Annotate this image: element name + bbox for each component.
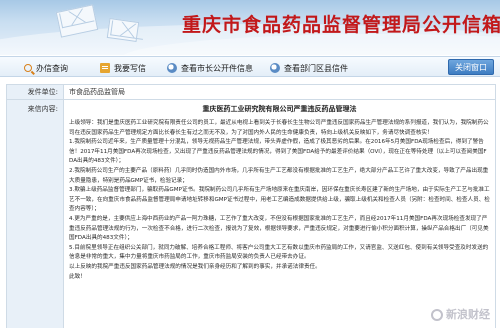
letter-paragraph: 5.目前院里领导正在组织公关部门，就同力破解、培养合格工程师、将客户公司重大工艺… (69, 244, 489, 261)
header-banner: 重庆市食品药品监督管理局公开信箱 (0, 0, 500, 55)
envelope-icon (106, 18, 140, 42)
close-window-button[interactable]: 关闭窗口 (448, 59, 494, 75)
nav-item-mayor-letters[interactable]: 查看市长公开件信息 (167, 61, 253, 75)
letter-paragraph: 4.更为严重的是，主要供应上海中西药业的产品一阿力珠糖，工艺作了重大改变，不但没… (69, 215, 489, 242)
watermark: 新浪财经 (431, 306, 490, 322)
nav-bar: 办信查询 我要写信 查看市长公开件信息 查看部门区县信件 关闭窗口 (0, 56, 500, 77)
letter-paragraph: 以上反映的我院严重违反国家药品管理法规的情况是我们亲身经历和了解到的事实，并承诺… (69, 263, 321, 270)
nav-item-query[interactable]: 办信查询 (24, 61, 68, 75)
nav-item-label: 查看市长公开件信息 (181, 63, 253, 73)
write-icon (100, 63, 110, 73)
sender-row: 发件单位: 市食品药品监管局 (7, 85, 495, 100)
letter-title: 重庆医药工业研究院有限公司严重违反药品管理法 (202, 105, 357, 113)
nav-item-department-letters[interactable]: 查看部门区县信件 (270, 61, 348, 75)
sender-value: 市食品药品监管局 (69, 88, 125, 96)
sender-label: 发件单位: (7, 85, 64, 99)
nav-item-label: 我要写信 (114, 63, 146, 73)
letter-paragraph: 上级领导：我们是重庆医药工业研究院有限责任公司的员工，最近从电视上看到关于长春长… (69, 120, 489, 136)
letter-paragraph: 此致！ (69, 273, 86, 280)
nav-item-label: 办信查询 (36, 63, 68, 73)
letter-paragraph: 3.欺骗上级药品监督管理部门，骗取药品GMP证书。我院制药公司几乎所有生产场地原… (69, 187, 490, 213)
watermark-logo-icon (431, 309, 443, 321)
letter-paragraph: 2.我院制药公司生产的主要产品（原料药）几乎同时伪造国内外市场，几乎所有生产工艺… (69, 167, 489, 184)
watermark-text: 新浪财经 (446, 308, 490, 321)
nav-item-write-letter[interactable]: 我要写信 (100, 61, 146, 75)
letter-paragraph: 1.我院制药公司近年来，生产质量管理十分混乱，领导无视药品生产管理法规，带头弄虚… (69, 139, 487, 165)
magnifier-icon (24, 64, 32, 72)
letter-content: 重庆医药工业研究院有限公司严重违反药品管理法 上级领导：我们是重庆医药工业研究院… (64, 100, 495, 328)
content-label: 来信内容: (7, 100, 64, 328)
content-row: 来信内容: 重庆医药工业研究院有限公司严重违反药品管理法 上级领导：我们是重庆医… (7, 100, 495, 328)
letter-table: 发件单位: 市食品药品监管局 来信内容: 重庆医药工业研究院有限公司严重违反药品… (6, 84, 496, 328)
lens-icon (167, 63, 177, 73)
page-title: 重庆市食品药品监督管理局公开信箱 (182, 14, 500, 36)
lens-icon (270, 63, 280, 73)
nav-item-label: 查看部门区县信件 (284, 63, 348, 73)
